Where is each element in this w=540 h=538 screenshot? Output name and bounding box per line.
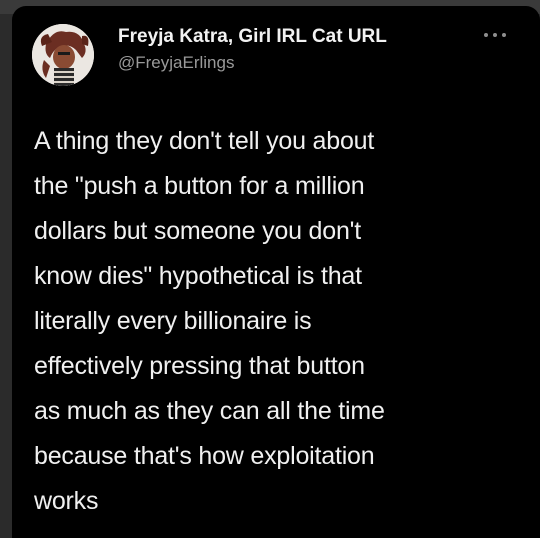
tweet-line: effectively pressing that button <box>34 352 365 380</box>
screenshot-frame: Freyja Katra, Girl IRL Cat URL @FreyjaEr… <box>0 0 540 538</box>
tweet-line: the "push a button for a million <box>34 172 365 200</box>
more-options-icon[interactable] <box>482 30 508 40</box>
avatar[interactable] <box>32 24 94 86</box>
tweet-line: literally every billionaire is <box>34 307 312 335</box>
tweet-body: A thing they don't tell you about the "p… <box>34 119 529 524</box>
tweet-line: because that's how exploitation <box>34 442 375 470</box>
tweet-card: Freyja Katra, Girl IRL Cat URL @FreyjaEr… <box>12 6 540 538</box>
tweet-line: A thing they don't tell you about <box>34 127 375 155</box>
author-display-name[interactable]: Freyja Katra, Girl IRL Cat URL <box>118 26 387 48</box>
illustrated-character-avatar-icon <box>32 24 94 86</box>
tweet-line: dollars but someone you don't <box>34 217 361 245</box>
author-handle[interactable]: @FreyjaErlings <box>118 53 234 73</box>
tweet-line: know dies" hypothetical is that <box>34 262 362 290</box>
tweet-line: as much as they can all the time <box>34 397 385 425</box>
tweet-line: works <box>34 487 99 515</box>
